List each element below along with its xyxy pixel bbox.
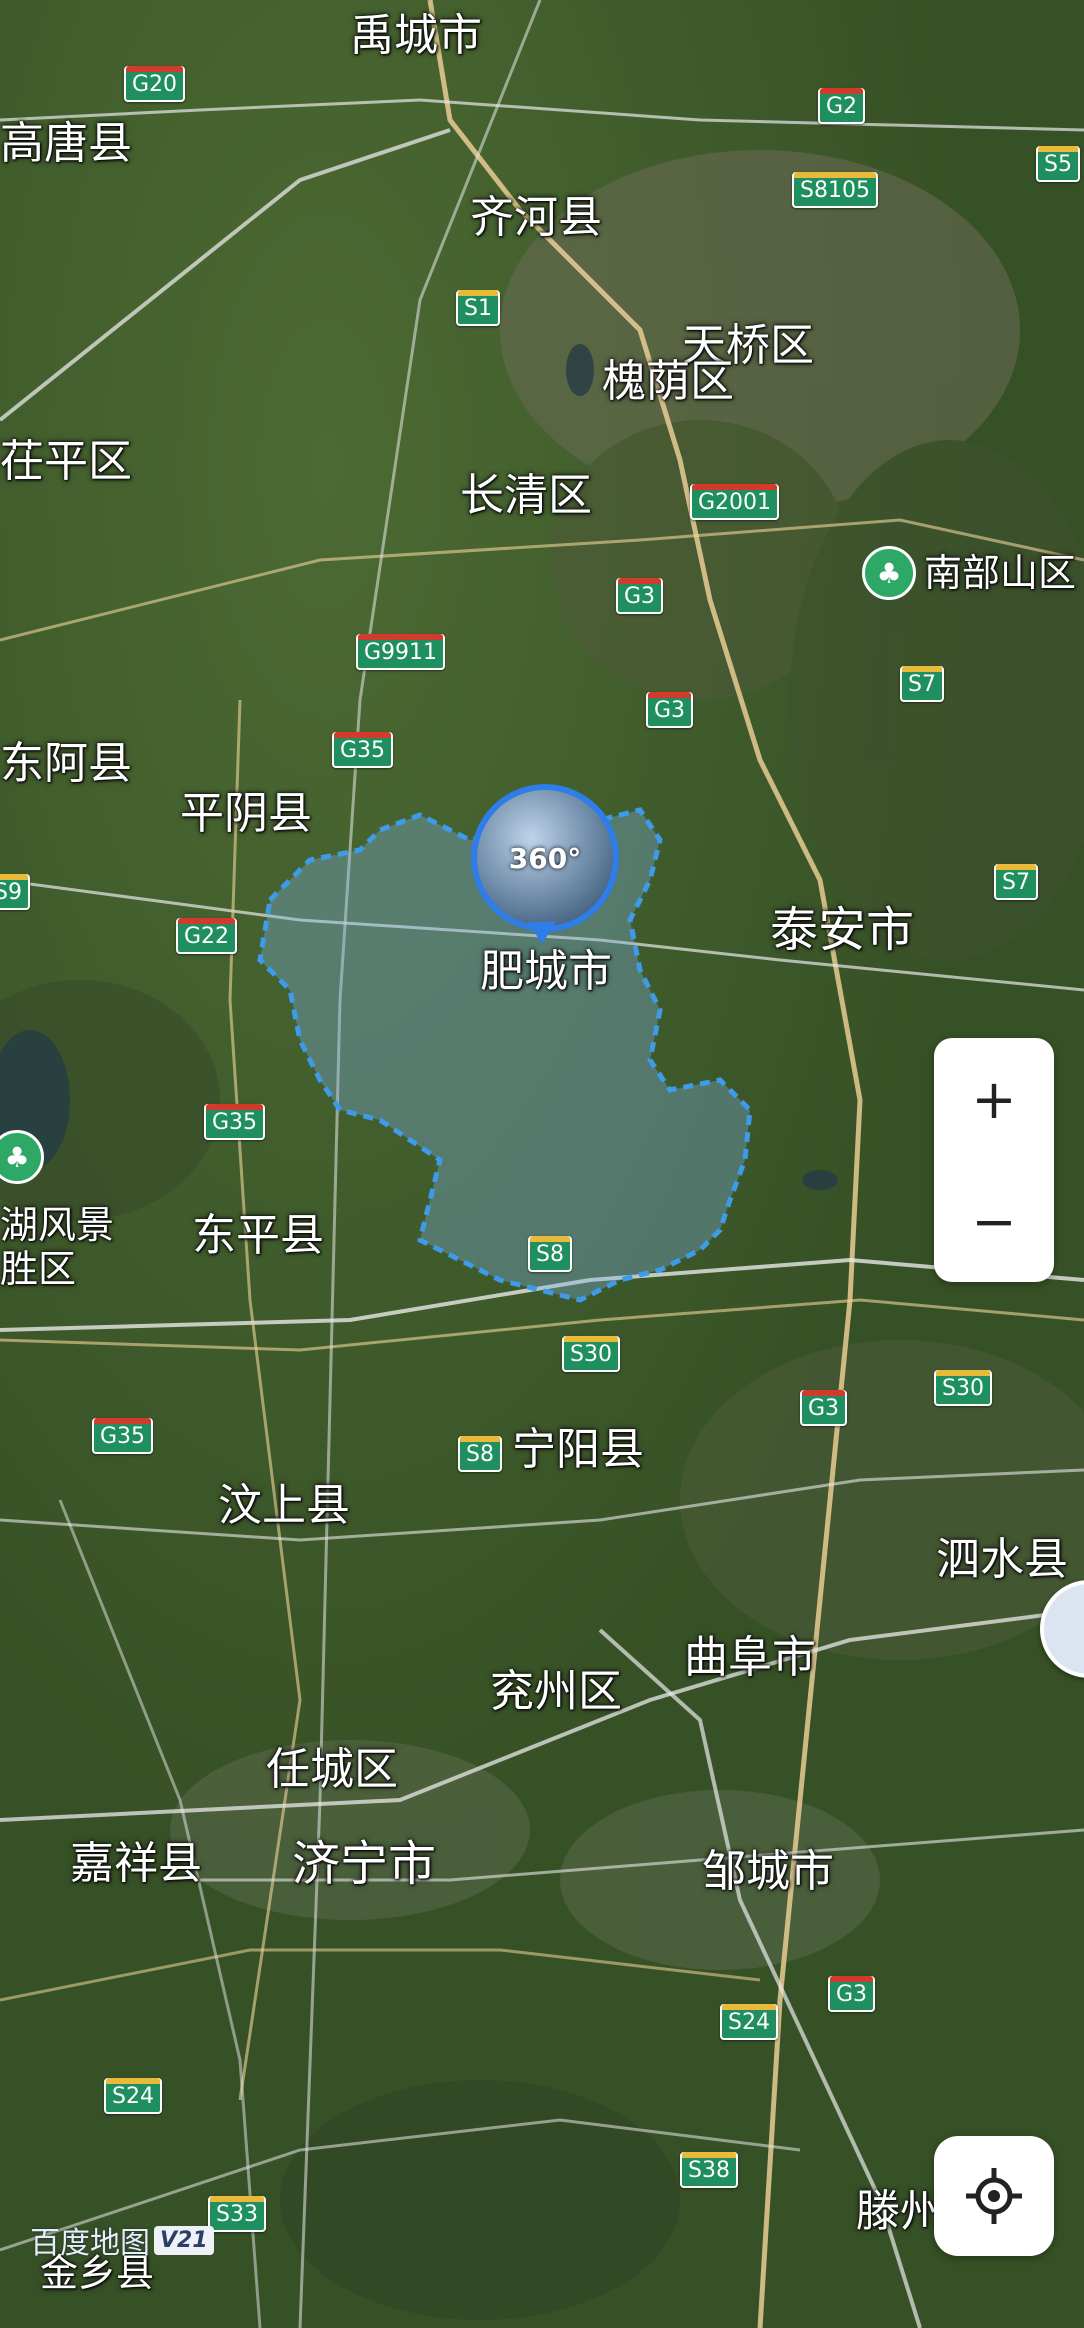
panorama-360-label: 360°	[508, 841, 582, 875]
label-tengzhou: 滕州	[856, 2186, 944, 2237]
zoom-in-button[interactable]: +	[934, 1038, 1054, 1160]
shield-s30-b: S30	[934, 1370, 992, 1406]
shield-g9911: G9911	[356, 634, 446, 670]
shield-s8-b: S8	[458, 1436, 502, 1472]
shield-s24-b: S24	[104, 2078, 162, 2114]
label-gaotang: 高唐县	[0, 118, 132, 169]
shield-g2: G2	[818, 88, 866, 124]
label-jining: 济宁市	[292, 1836, 437, 1892]
shield-s30-a: S30	[562, 1336, 620, 1372]
label-taian: 泰安市	[770, 902, 915, 958]
tree-icon: ♣	[0, 1130, 44, 1184]
panorama-360-button[interactable]: 360°	[471, 784, 619, 932]
shield-g2001: G2001	[690, 484, 780, 520]
shield-g3-d: G3	[828, 1976, 876, 2012]
label-hufengjing: 湖风景	[0, 1203, 115, 1247]
shield-s38: S38	[680, 2152, 738, 2188]
logo-text: 百度地图	[30, 2226, 150, 2261]
label-feicheng: 肥城市	[480, 946, 612, 997]
shield-g20: G20	[124, 66, 186, 102]
locate-button[interactable]	[934, 2136, 1054, 2256]
shield-g35-c: G35	[92, 1418, 154, 1454]
label-rencheng: 任城区	[266, 1744, 398, 1795]
shield-g3-c: G3	[800, 1390, 848, 1426]
label-wenshang: 汶上县	[218, 1480, 350, 1531]
label-qihe: 齐河县	[470, 192, 602, 243]
label-donga: 东阿县	[0, 738, 132, 789]
baidu-map-logo: 百度地图 V21	[30, 2218, 214, 2262]
label-chiping: 茌平区	[0, 436, 132, 487]
label-pingyin: 平阴县	[180, 788, 312, 839]
logo-version: V21	[154, 2225, 214, 2255]
label-yanzhou: 兖州区	[490, 1666, 622, 1717]
shield-s33: S33	[208, 2196, 266, 2232]
shield-s1: S1	[456, 290, 500, 326]
label-changqing: 长清区	[460, 470, 592, 521]
label-yucheng: 禹城市	[350, 10, 482, 61]
crosshair-icon	[966, 2168, 1022, 2224]
shield-s9: S9	[0, 874, 30, 910]
shield-g35-b: G35	[204, 1104, 266, 1140]
poi-nanbushan[interactable]: ♣ 南部山区	[862, 546, 1076, 600]
zoom-out-button[interactable]: −	[934, 1160, 1054, 1282]
shield-s24-a: S24	[720, 2004, 778, 2040]
label-dongping: 东平县	[192, 1210, 324, 1261]
panorama-pin-tail	[528, 922, 556, 944]
poi-hufengjing[interactable]: ♣	[0, 1130, 44, 1184]
shield-g3-a: G3	[616, 578, 664, 614]
shield-s8-a: S8	[528, 1236, 572, 1272]
label-huaiyin: 槐荫区	[602, 356, 734, 407]
zoom-control: + −	[934, 1038, 1054, 1282]
shield-g35-a: G35	[332, 732, 394, 768]
label-ningyang: 宁阳县	[512, 1424, 644, 1475]
label-qufu: 曲阜市	[684, 1632, 816, 1683]
shield-s7-a: S7	[900, 666, 944, 702]
shield-g3-b: G3	[646, 692, 694, 728]
satellite-map[interactable]	[0, 0, 1084, 2328]
label-sishui: 泗水县	[936, 1534, 1068, 1585]
label-nanbushan: 南部山区	[924, 551, 1077, 595]
label-hufengjing-2: 胜区	[0, 1247, 77, 1291]
tree-icon: ♣	[862, 546, 916, 600]
label-zoucheng: 邹城市	[702, 1846, 834, 1897]
shield-s7-b: S7	[994, 864, 1038, 900]
shield-s8105: S8105	[792, 172, 878, 208]
label-jiaxiang: 嘉祥县	[70, 1838, 202, 1889]
shield-g22: G22	[176, 918, 238, 954]
shield-s5: S5	[1036, 146, 1080, 182]
